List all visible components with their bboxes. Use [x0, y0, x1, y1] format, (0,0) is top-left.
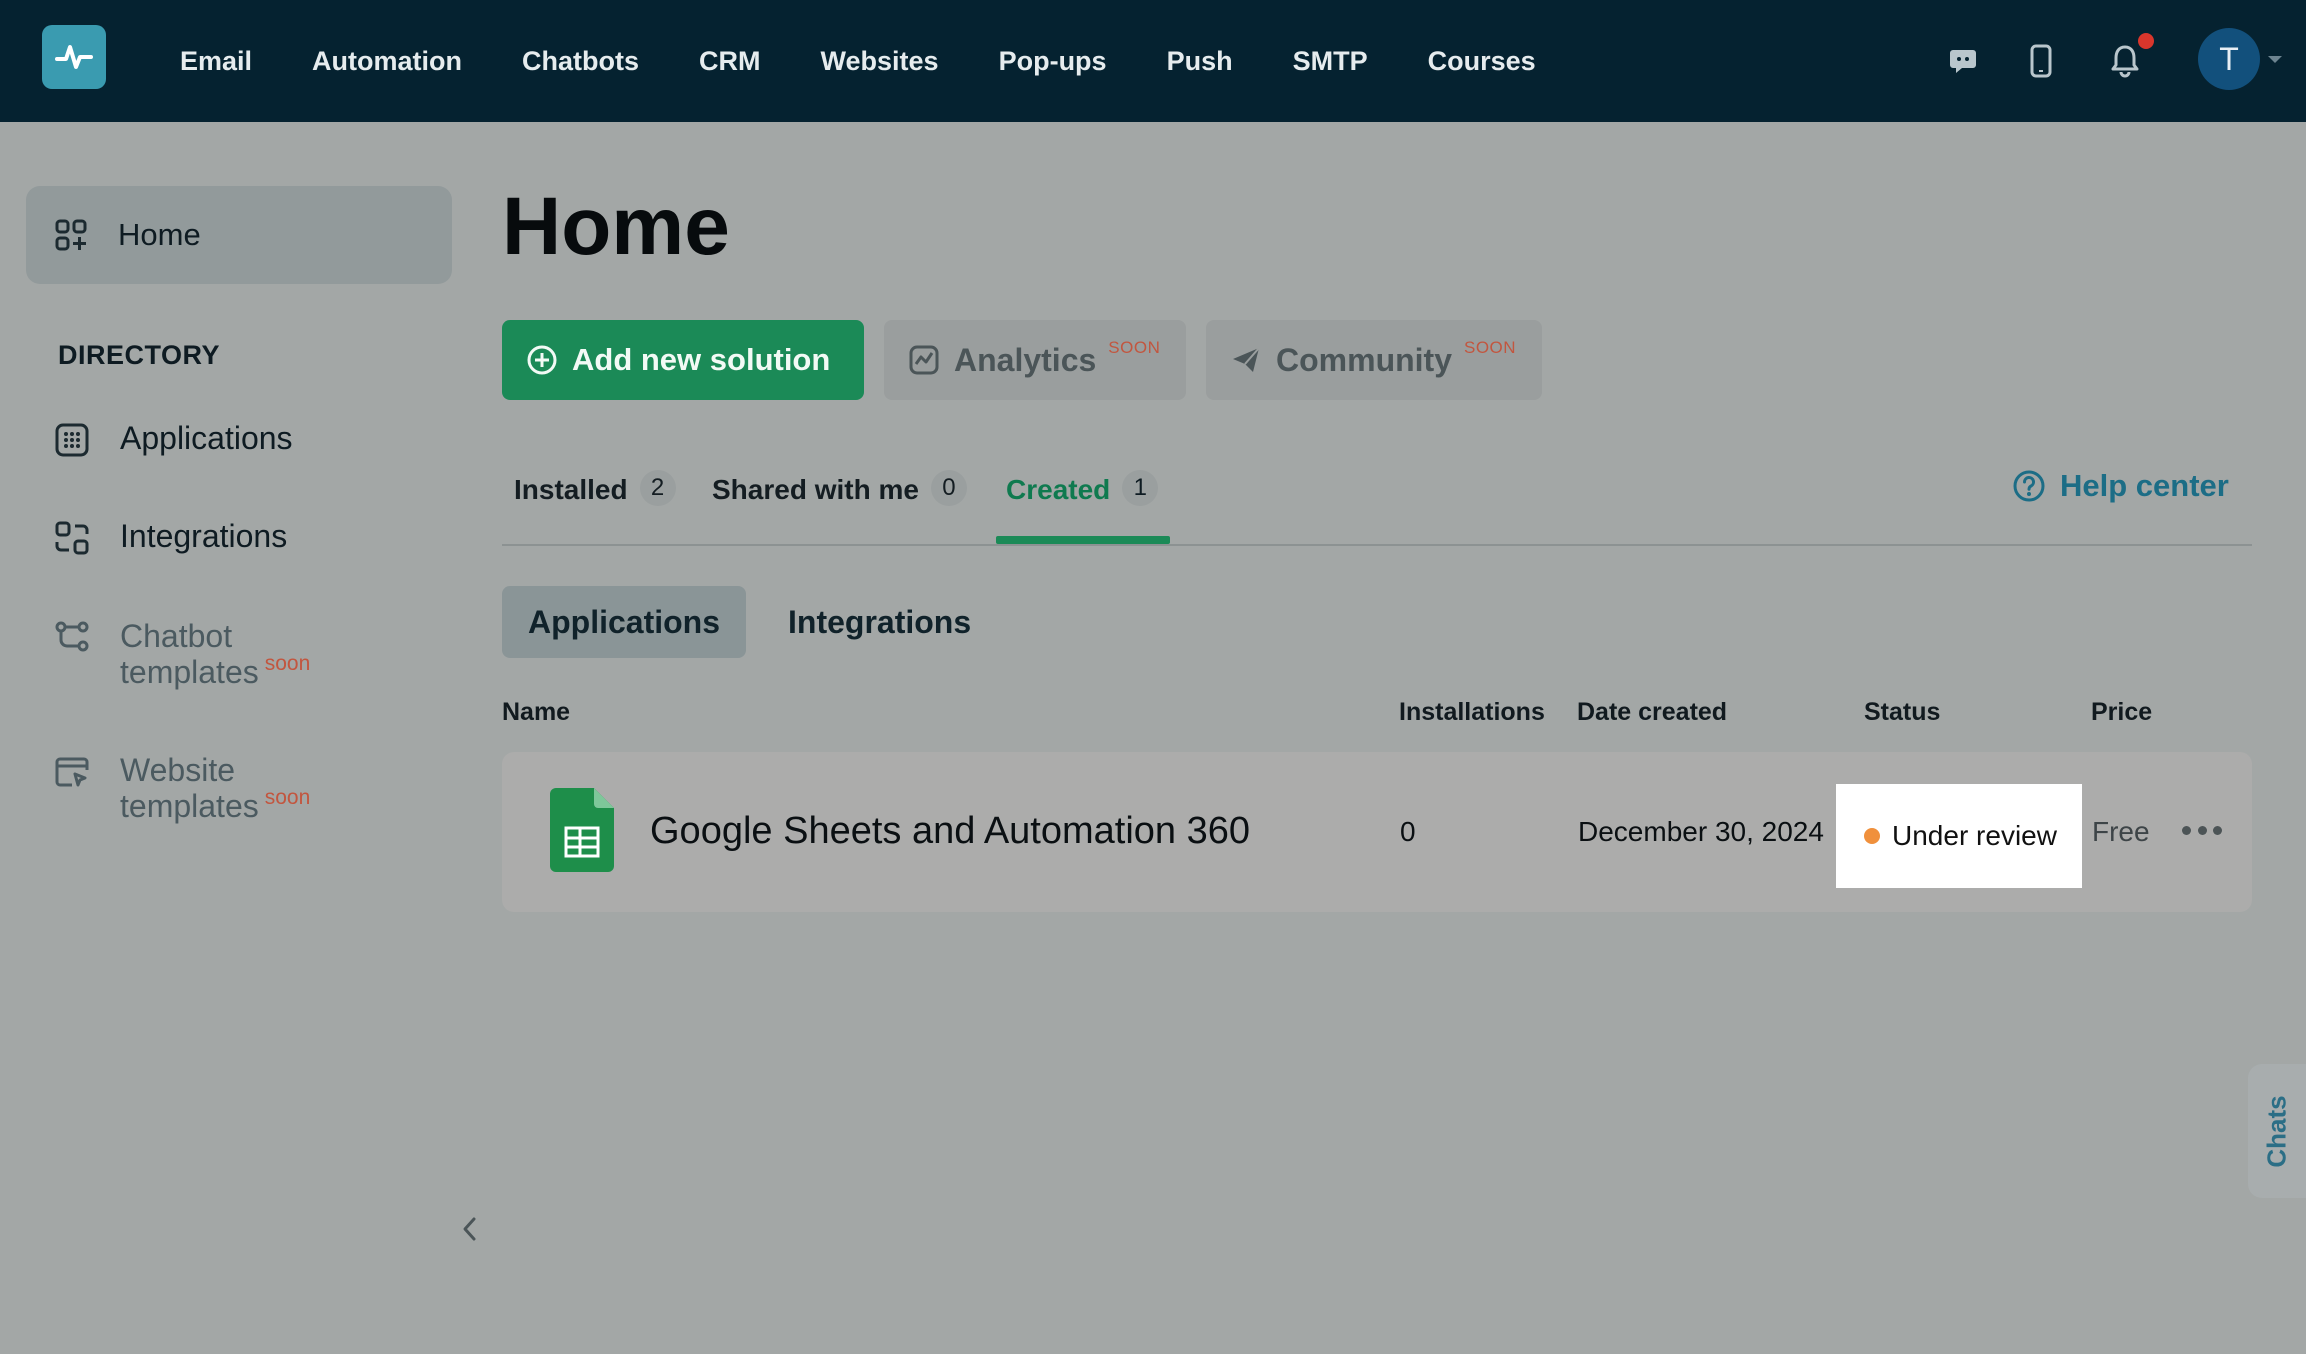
label-line: Chatbot — [120, 618, 233, 654]
sidebar-item-label: Applications — [120, 420, 293, 456]
solution-name: Google Sheets and Automation 360 — [650, 810, 1251, 852]
button-label: Add new solution — [572, 342, 831, 377]
tab-shared-with-me[interactable]: Shared with me 0 — [712, 466, 967, 546]
label-line: templates — [120, 788, 259, 824]
chat-bubble-icon[interactable] — [1940, 38, 1986, 84]
main-nav: Email Automation Chatbots CRM Websites P… — [180, 0, 1596, 122]
website-template-icon — [55, 757, 89, 787]
top-navigation-bar: Email Automation Chatbots CRM Websites P… — [0, 0, 2306, 122]
apps-grid-icon — [55, 423, 89, 457]
nav-smtp[interactable]: SMTP — [1293, 46, 1368, 77]
community-button[interactable]: Community SOON — [1206, 320, 1542, 400]
date-created: December 30, 2024 — [1578, 816, 1824, 847]
link-label: Help center — [2060, 468, 2229, 503]
tab-label: Installed — [514, 474, 628, 505]
question-circle-icon — [2013, 470, 2045, 502]
tab-count-badge: 2 — [639, 470, 676, 506]
grid-plus-icon — [55, 219, 87, 251]
paper-plane-icon — [1233, 347, 1260, 372]
sidebar-item-website-templates[interactable]: Website templates soon — [54, 752, 310, 824]
column-header-date-created: Date created — [1577, 698, 1728, 726]
sidebar-item-label: Integrations — [120, 518, 288, 554]
notification-badge — [2138, 33, 2154, 49]
nav-websites[interactable]: Websites — [821, 46, 939, 77]
label-line: templates — [120, 654, 259, 690]
status-dot-icon — [1864, 828, 1880, 844]
mobile-phone-icon[interactable] — [2018, 38, 2064, 84]
chevron-down-icon[interactable] — [2268, 56, 2282, 63]
table-row[interactable]: Google Sheets and Automation 360 0 Decem… — [502, 752, 2252, 912]
subtab-applications[interactable]: Applications — [502, 586, 747, 658]
nav-push[interactable]: Push — [1167, 46, 1233, 77]
active-tab-indicator — [996, 536, 1170, 544]
directory-heading: DIRECTORY — [58, 340, 221, 370]
sidebar-item-label: Website templates soon — [120, 752, 310, 824]
soon-badge: SOON — [1108, 338, 1161, 357]
solutions-tabs: Installed 2 Shared with me 0 Created 1 — [502, 466, 2252, 546]
sidebar-item-integrations[interactable]: Integrations — [54, 518, 287, 556]
plus-circle-icon — [527, 345, 557, 375]
column-header-name: Name — [502, 698, 571, 726]
status-badge: Under review — [1836, 784, 2082, 888]
nav-automation[interactable]: Automation — [312, 46, 462, 77]
button-label: Analytics — [954, 341, 1097, 378]
integrations-icon — [55, 521, 89, 555]
soon-badge: soon — [264, 786, 311, 809]
nav-email[interactable]: Email — [180, 46, 252, 77]
column-header-price: Price — [2091, 698, 2153, 726]
help-center-link[interactable]: Help center — [2012, 468, 2229, 504]
sidebar-item-home[interactable]: Home — [26, 186, 452, 284]
tab-installed[interactable]: Installed 2 — [514, 466, 676, 546]
soon-badge: SOON — [1464, 338, 1517, 357]
tab-count-badge: 0 — [930, 470, 967, 506]
flow-branch-icon — [55, 621, 89, 652]
installations-count: 0 — [1400, 816, 1416, 847]
sidebar-item-applications[interactable]: Applications — [54, 420, 293, 458]
soon-badge: soon — [264, 652, 311, 675]
price-value: Free — [2092, 816, 2150, 847]
sidebar-item-label: Home — [118, 217, 201, 252]
tab-label: Shared with me — [712, 474, 919, 505]
user-avatar[interactable]: T — [2198, 28, 2260, 90]
sidebar-item-chatbot-templates[interactable]: Chatbot templates soon — [54, 618, 310, 690]
nav-popups[interactable]: Pop-ups — [999, 46, 1107, 77]
add-new-solution-button[interactable]: Add new solution — [502, 320, 864, 400]
sidebar-item-label: Chatbot templates soon — [120, 618, 310, 690]
more-options-icon[interactable] — [2182, 810, 2222, 850]
tab-label: Created — [1006, 474, 1111, 505]
nav-courses[interactable]: Courses — [1428, 46, 1536, 77]
page-title: Home — [502, 181, 730, 272]
label-line: Website — [120, 752, 236, 788]
chats-label: Chats — [2261, 1094, 2292, 1168]
column-header-status: Status — [1864, 698, 1941, 726]
button-label: Community — [1276, 341, 1452, 378]
analytics-button[interactable]: Analytics SOON — [884, 320, 1186, 400]
nav-crm[interactable]: CRM — [699, 46, 761, 77]
app-logo-icon[interactable] — [42, 25, 106, 89]
collapse-sidebar-chevron-icon[interactable] — [458, 1214, 482, 1244]
tab-count-badge: 1 — [1122, 470, 1159, 506]
chats-side-tab[interactable]: Chats — [2248, 1064, 2306, 1198]
tab-created[interactable]: Created 1 — [1006, 466, 1159, 546]
subtab-integrations[interactable]: Integrations — [762, 586, 997, 658]
status-label: Under review — [1892, 820, 2057, 851]
nav-chatbots[interactable]: Chatbots — [522, 46, 639, 77]
column-header-installations: Installations — [1399, 698, 1545, 726]
google-sheets-icon — [550, 788, 614, 872]
analytics-chart-icon — [909, 345, 939, 375]
